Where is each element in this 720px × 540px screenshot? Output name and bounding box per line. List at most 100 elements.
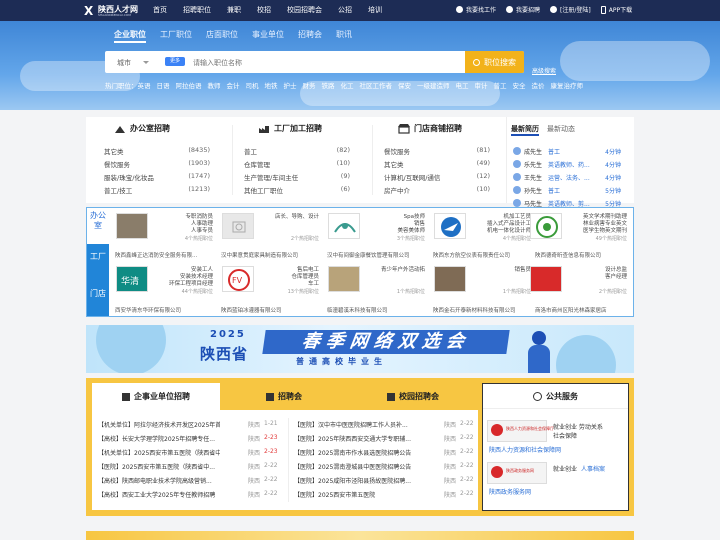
category-item[interactable]: 普工 (82): [244, 146, 364, 156]
company-card[interactable]: 华清 安装工人 安装技术经理 环保工程项目经理 44个热招职位: [113, 263, 216, 298]
hot-keyword[interactable]: 阿拉伯语: [176, 81, 202, 92]
nav-home[interactable]: 首页: [153, 5, 167, 15]
login-link[interactable]: [注册/登陆]: [550, 5, 591, 14]
company-card[interactable]: 机加工艺员 插入式产品设计工 机电一体化设计师 4个热招职位: [431, 210, 534, 245]
advanced-search-link[interactable]: 高级搜索: [532, 66, 556, 75]
tab-store[interactable]: 店面职位: [206, 29, 238, 43]
tab-institution[interactable]: 事业单位: [252, 29, 284, 43]
company-card[interactable]: 销售员 1个热招职位: [431, 263, 534, 298]
hot-keyword[interactable]: 普工: [494, 81, 507, 92]
hrss-name[interactable]: 陕西人力资源和社会保障网: [489, 445, 561, 454]
hot-keyword[interactable]: 化工: [341, 81, 354, 92]
recruit-link[interactable]: 我要招聘: [506, 5, 540, 14]
category-item[interactable]: 生产管理/车间主任 (9): [244, 172, 364, 182]
category-item[interactable]: 其他工厂职位 (6): [244, 185, 364, 195]
category-item[interactable]: 计算机/互联网/通信 (12): [384, 172, 504, 182]
tab-latest-resumes[interactable]: 最新简历: [511, 125, 539, 136]
company-name[interactable]: 陕西蓝铂冰灌器有限公司: [221, 306, 282, 314]
company-name[interactable]: 陕西鑫峰正达消防安全服务有限...: [115, 251, 197, 259]
nav-campus[interactable]: 校招: [257, 5, 271, 15]
category-item[interactable]: 其它类 (8435): [104, 146, 224, 156]
app-download-link[interactable]: APP下载: [600, 5, 632, 14]
nav-jobs[interactable]: 招聘职位: [183, 5, 211, 15]
company-card[interactable]: 青少年户外活动拓 1个热招职位: [325, 263, 428, 298]
service-links[interactable]: 就业创业 劳动关系: [553, 422, 603, 431]
tab-factory-companies[interactable]: 工厂: [87, 244, 109, 281]
gov-service-logo[interactable]: 陕西政务服务网: [487, 462, 547, 484]
hot-keyword[interactable]: 安全: [513, 81, 526, 92]
tab-job-fairs[interactable]: 招聘会: [220, 383, 348, 410]
nav-public[interactable]: 公招: [338, 5, 352, 15]
nav-parttime[interactable]: 兼职: [227, 5, 241, 15]
category-item[interactable]: 其它类 (49): [384, 159, 504, 169]
nav-campus-fair[interactable]: 校园招聘会: [287, 5, 322, 15]
gov-service-name[interactable]: 陕西政务服务网: [489, 487, 531, 496]
service-link[interactable]: 社会保障: [553, 431, 577, 440]
tab-enterprise-recruit[interactable]: 企事业单位招聘: [92, 383, 220, 410]
company-card[interactable]: FV 售后电工 仓库管理员 车工 13个热招职位: [219, 263, 322, 298]
category-item[interactable]: 餐饮服务 (1903): [104, 159, 224, 169]
hot-keyword[interactable]: 康复治疗师: [551, 81, 584, 92]
company-name[interactable]: 汉中果意贯庭家具制造有限公司: [221, 251, 298, 259]
company-card[interactable]: 店长、导购、设计 2个热招职位: [219, 210, 322, 245]
hot-keyword[interactable]: 日语: [157, 81, 170, 92]
hrss-logo[interactable]: 陕西人力资源和社会保障厅: [487, 420, 554, 442]
job-fair-banner[interactable]: 2025 陕西省 春季网络双选会 普通高校毕业生: [86, 325, 634, 373]
category-item[interactable]: 服装/珠宝/化妆品 (1747): [104, 172, 224, 182]
hot-keyword[interactable]: 社区工作者: [360, 81, 393, 92]
hot-keyword[interactable]: 教师: [208, 81, 221, 92]
company-card[interactable]: 英文学术期刊助理 林业病害专业英文 医学生物英文期刊 49个热招职位: [527, 210, 630, 245]
search-input[interactable]: [193, 57, 453, 68]
hot-keyword[interactable]: 财务: [303, 81, 316, 92]
hot-keyword[interactable]: 一级建造师: [417, 81, 450, 92]
search-button[interactable]: 职位搜索: [465, 51, 524, 73]
hot-keyword[interactable]: 地铁: [265, 81, 278, 92]
company-name[interactable]: 临潼碧溪禾科技有限公司: [327, 306, 388, 314]
tab-latest-news[interactable]: 最新动态: [547, 125, 575, 133]
hot-keyword[interactable]: 铁路: [322, 81, 335, 92]
company-card[interactable]: 设计总监 客户经理 2个热招职位: [527, 263, 630, 298]
service-link[interactable]: 人事档案: [581, 464, 605, 473]
category-item[interactable]: 房产中介 (10): [384, 185, 504, 195]
category-item[interactable]: 餐饮服务 (81): [384, 146, 504, 156]
category-title[interactable]: 办公室招聘: [114, 123, 170, 134]
hot-keyword[interactable]: 护士: [284, 81, 297, 92]
tab-store-companies[interactable]: 门店: [87, 281, 109, 316]
avatar: [513, 160, 521, 168]
tab-office-companies[interactable]: 办公室: [87, 208, 109, 244]
company-name[interactable]: 汉中有间御金康餐饮管理有限公司: [327, 251, 410, 259]
hot-keyword[interactable]: 电工: [456, 81, 469, 92]
hot-keyword[interactable]: 热门职位：英语: [105, 81, 151, 92]
tab-jobfair[interactable]: 招聘会: [298, 29, 322, 43]
company-name[interactable]: 陕西德奇昕查信息有限公司: [535, 251, 601, 259]
tab-campus-fairs[interactable]: 校园招聘会: [348, 383, 478, 410]
banner-title: 春季网络双选会: [262, 330, 510, 354]
tab-factory[interactable]: 工厂职位: [160, 29, 192, 43]
service-link[interactable]: 就业创业: [553, 464, 577, 473]
category-item[interactable]: 普工/技工 (1213): [104, 185, 224, 195]
company-name[interactable]: 陕西金石开泰新材料科技有限公司: [433, 306, 516, 314]
company-logo: [530, 213, 562, 239]
site-logo[interactable]: X 陕西人才网 SHAANXIRENCAI.COM: [84, 3, 138, 18]
hot-keyword[interactable]: 造价: [532, 81, 545, 92]
city-select[interactable]: 城市: [117, 58, 131, 68]
tab-enterprise[interactable]: 企业职位: [114, 29, 146, 43]
category-item[interactable]: 仓库管理 (10): [244, 159, 364, 169]
login-label: [注册/登陆]: [560, 7, 591, 14]
hot-keyword[interactable]: 审计: [475, 81, 488, 92]
find-job-link[interactable]: 我要找工作: [456, 5, 496, 14]
hot-keyword[interactable]: 会计: [227, 81, 240, 92]
nav-training[interactable]: 培训: [368, 5, 382, 15]
category-title[interactable]: 门店商铺招聘: [398, 123, 462, 134]
company-name[interactable]: 西安华清东华环保有限公司: [115, 306, 181, 314]
hot-keyword[interactable]: 保安: [398, 81, 411, 92]
more-tag[interactable]: 更多: [165, 57, 185, 66]
category-title-text: 门店商铺招聘: [414, 124, 462, 133]
company-card[interactable]: Spa技师 销售 美容美体师 3个热招职位: [325, 210, 428, 245]
company-name[interactable]: 陕西东方航空仪表有限责任公司: [433, 251, 510, 259]
category-title[interactable]: 工厂加工招聘: [258, 123, 322, 134]
company-name[interactable]: 商洛市商州区阳光林森家居店: [535, 306, 607, 314]
hot-keyword[interactable]: 司机: [246, 81, 259, 92]
tab-news[interactable]: 职讯: [336, 29, 352, 43]
company-card[interactable]: 专职消防员 人事助理 人事专员 4个热招职位: [113, 210, 216, 245]
